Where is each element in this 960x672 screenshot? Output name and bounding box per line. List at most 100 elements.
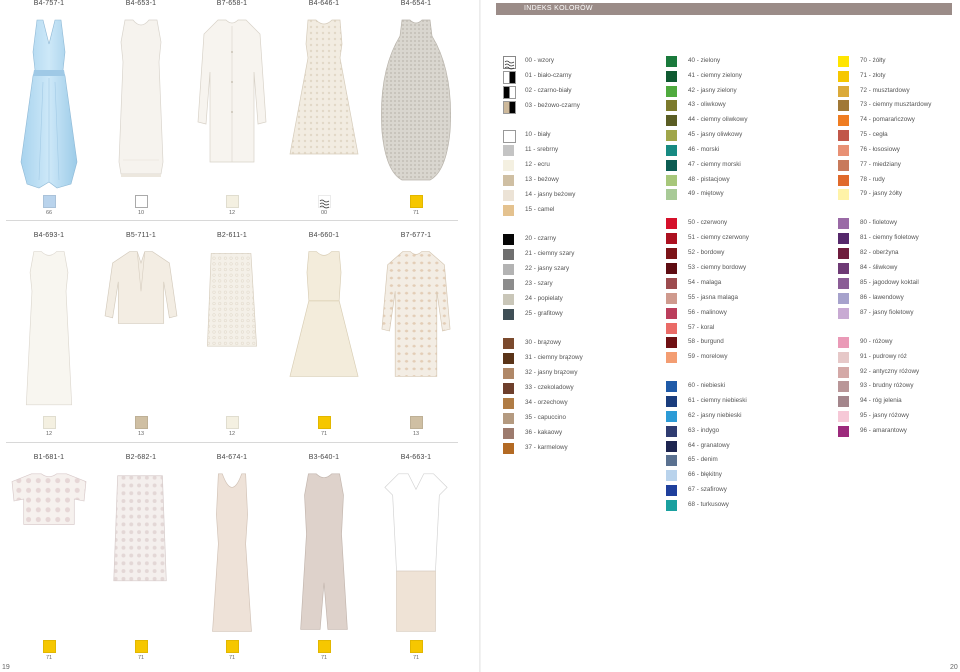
color-chip (503, 368, 514, 379)
swatch-number: 13 (412, 431, 420, 437)
color-chip (503, 205, 514, 216)
color-label: 71 - złoty (860, 72, 886, 79)
color-chip (503, 338, 514, 349)
color-label: 02 - czarno-biały (525, 87, 572, 94)
color-chip (838, 86, 849, 97)
color-chip (503, 160, 514, 171)
color-chip (666, 189, 677, 200)
color-swatch (43, 640, 56, 653)
pattern-icon (319, 199, 330, 209)
index-title: INDEKS KOLORÓW (524, 5, 593, 12)
color-label: 48 - pistacjowy (688, 176, 730, 183)
row-divider (6, 220, 458, 221)
color-label: 44 - ciemny oliwkowy (688, 116, 748, 123)
color-label: 79 - jasny żółty (860, 190, 902, 197)
color-label: 20 - czarny (525, 235, 557, 242)
color-chip (666, 381, 677, 392)
color-chip (666, 500, 677, 511)
product-code: B4-674-1 (216, 454, 248, 461)
color-chip (838, 100, 849, 111)
product-code: B4-646-1 (308, 0, 340, 7)
color-chip (503, 130, 516, 143)
color-label: 31 - ciemny brązowy (525, 354, 583, 361)
color-chip (838, 71, 849, 82)
color-chip (838, 426, 849, 437)
dress-photo (289, 19, 359, 155)
color-swatch (226, 195, 239, 208)
color-label: 46 - morski (688, 146, 720, 153)
color-swatch (410, 640, 423, 653)
color-swatch (43, 195, 56, 208)
color-chip (503, 353, 514, 364)
swatch-number: 10 (137, 210, 145, 216)
color-label: 90 - różowy (860, 338, 893, 345)
color-label: 21 - ciemny szary (525, 250, 575, 257)
color-label: 50 - czerwony (688, 219, 728, 226)
color-swatch (318, 416, 331, 429)
color-chip (838, 175, 849, 186)
color-chip (666, 71, 677, 82)
color-chip (838, 411, 849, 422)
color-chip (666, 293, 677, 304)
color-chip (838, 218, 849, 229)
color-chip (503, 175, 514, 186)
color-label: 41 - ciemny zielony (688, 72, 742, 79)
color-chip (503, 398, 514, 409)
color-label: 85 - jagodowy koktail (860, 279, 919, 286)
color-chip (666, 441, 677, 452)
color-swatch (226, 416, 239, 429)
color-label: 10 - biały (525, 131, 551, 138)
color-label: 01 - biało-czarny (525, 72, 572, 79)
color-chip (838, 293, 849, 304)
product-code: B4-653-1 (125, 0, 157, 7)
color-label: 22 - jasny szary (525, 265, 570, 272)
color-chip (503, 71, 516, 84)
color-chip (503, 145, 514, 156)
color-label: 23 - szary (525, 280, 553, 287)
color-chip (666, 411, 677, 422)
color-label: 42 - jasny zielony (688, 87, 737, 94)
swatch-number: 12 (228, 210, 236, 216)
color-chip (838, 130, 849, 141)
color-chip (838, 352, 849, 363)
dress-photo (289, 251, 359, 377)
color-label: 77 - miedziany (860, 161, 901, 168)
color-chip (666, 308, 677, 319)
color-label: 30 - brązowy (525, 339, 562, 346)
color-chip (503, 190, 514, 201)
color-label: 59 - morelowy (688, 353, 728, 360)
dress-photo (384, 473, 448, 632)
color-chip (503, 86, 516, 99)
color-label: 73 - ciemny musztardowy (860, 101, 932, 108)
color-label: 15 - camel (525, 206, 555, 213)
color-label: 54 - malaga (688, 279, 722, 286)
row-divider (6, 442, 458, 443)
color-label: 52 - bordowy (688, 249, 725, 256)
color-swatch (226, 640, 239, 653)
color-label: 47 - ciemny morski (688, 161, 741, 168)
page-number: 20 (950, 664, 958, 671)
color-chip (666, 115, 677, 126)
color-chip (503, 428, 514, 439)
color-label: 80 - fioletowy (860, 219, 898, 226)
color-chip (666, 485, 677, 496)
color-label: 12 - ecru (525, 161, 550, 168)
product-code: B4-663-1 (400, 454, 432, 461)
color-label: 72 - musztardowy (860, 87, 910, 94)
product-code: B4-654-1 (400, 0, 432, 7)
color-swatch (410, 416, 423, 429)
color-label: 11 - srebrny (525, 146, 559, 153)
product-code: B4-693-1 (33, 232, 65, 239)
color-label: 49 - miętowy (688, 190, 724, 197)
color-chip (666, 323, 677, 334)
color-chip (666, 56, 677, 67)
product-code: B3-640-1 (308, 454, 340, 461)
color-label: 63 - indygo (688, 427, 720, 434)
color-chip (666, 130, 677, 141)
swatch-number: 12 (228, 431, 236, 437)
dress-photo (20, 19, 78, 189)
color-label: 84 - śliwkowy (860, 264, 898, 271)
color-chip (838, 248, 849, 259)
page-fold (479, 0, 481, 672)
color-chip (503, 294, 514, 305)
